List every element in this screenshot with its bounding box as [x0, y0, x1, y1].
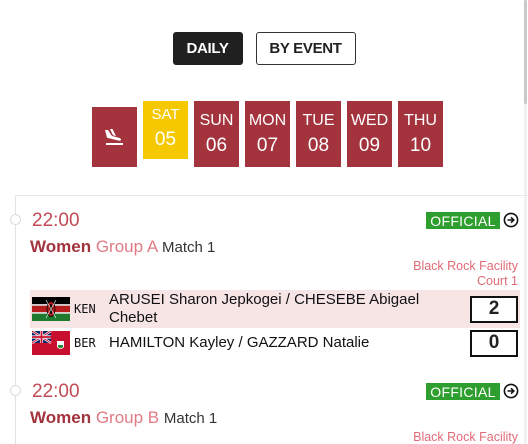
- day-number: 06: [205, 135, 228, 156]
- kenya-flag-icon: [32, 297, 70, 321]
- team-names: HAMILTON Kayley / GAZZARD Natalie: [109, 334, 370, 351]
- team-row: KEN ARUSEI Sharon Jepkogei / CHESEBE Abi…: [30, 290, 520, 328]
- match-gender: Women: [30, 408, 92, 427]
- match-gender: Women: [30, 237, 92, 256]
- day-number: 09: [358, 135, 381, 156]
- day-number: 10: [409, 135, 432, 156]
- venue-name: Black Rock Facility: [413, 430, 518, 444]
- team-row: BER HAMILTON Kayley / GAZZARD Natalie 0: [30, 324, 520, 362]
- day-name: SAT: [151, 106, 180, 123]
- arrivals-button[interactable]: [92, 107, 137, 167]
- day-name: WED: [350, 112, 389, 129]
- day-sun[interactable]: SUN 06: [194, 101, 239, 167]
- divider: [15, 195, 528, 196]
- arrow-right-circle-icon[interactable]: [503, 212, 519, 228]
- match-group: Group B: [95, 408, 160, 427]
- day-name: THU: [404, 112, 437, 129]
- match-title: Women Group B Match 1: [30, 408, 217, 428]
- day-thu[interactable]: THU 10: [398, 101, 443, 167]
- day-selector: SAT 05 SUN 06 MON 07 TUE 08 WED 09 THU 1…: [92, 101, 443, 167]
- match-number: Match 1: [161, 239, 216, 256]
- match-title: Women Group A Match 1: [30, 237, 215, 257]
- venue-name: Black Rock Facility: [413, 259, 518, 273]
- by-event-button[interactable]: BY EVENT: [255, 32, 356, 65]
- arrow-right-circle-icon[interactable]: [503, 383, 519, 399]
- day-name: MON: [248, 112, 287, 129]
- day-wed[interactable]: WED 09: [347, 101, 392, 167]
- day-number: 08: [307, 135, 330, 156]
- day-number: 05: [154, 129, 177, 150]
- match-venue: Black Rock Facility: [413, 430, 518, 444]
- team-code: BER: [74, 336, 96, 350]
- day-number: 07: [256, 135, 279, 156]
- timeline-line: [15, 196, 16, 444]
- team-code: KEN: [74, 302, 96, 316]
- match-time: 22:00: [32, 381, 80, 402]
- day-name: SUN: [199, 112, 234, 129]
- status-badge: OFFICIAL: [426, 383, 500, 400]
- venue-court: Court 1: [477, 274, 518, 288]
- team-names: ARUSEI Sharon Jepkogei / CHESEBE Abigael…: [109, 291, 420, 326]
- match-time: 22:00: [32, 210, 80, 231]
- timeline-dot: [10, 385, 21, 396]
- day-tue[interactable]: TUE 08: [296, 101, 341, 167]
- day-name: TUE: [302, 112, 335, 129]
- status-badge: OFFICIAL: [426, 212, 500, 229]
- timeline-dot: [10, 214, 21, 225]
- match-venue: Black Rock Facility Court 1: [413, 259, 518, 289]
- day-mon[interactable]: MON 07: [245, 101, 290, 167]
- day-sat[interactable]: SAT 05: [143, 101, 188, 159]
- match-group: Group A: [95, 237, 158, 256]
- team-score: 2: [470, 295, 518, 323]
- plane-landing-icon: [104, 129, 123, 145]
- bermuda-flag-icon: [32, 331, 70, 355]
- daily-button[interactable]: DAILY: [172, 32, 243, 65]
- match-card[interactable]: 22:00 OFFICIAL Women Group B Match 1 Bla…: [30, 381, 520, 444]
- view-toggle: DAILY BY EVENT: [0, 32, 528, 65]
- match-number: Match 1: [163, 410, 218, 427]
- team-score: 0: [470, 329, 518, 357]
- match-card[interactable]: 22:00 OFFICIAL Women Group A Match 1 Bla…: [30, 210, 520, 360]
